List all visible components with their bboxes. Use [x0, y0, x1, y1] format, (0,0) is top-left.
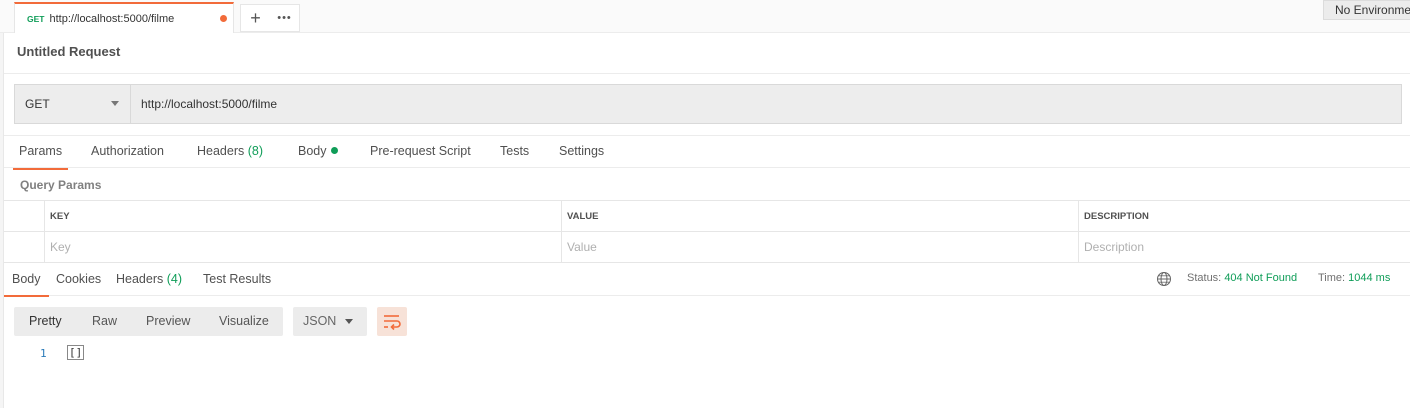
unsaved-dot-icon: [220, 15, 227, 22]
format-select-value: JSON: [303, 314, 337, 328]
view-pretty-button[interactable]: Pretty: [29, 314, 62, 328]
request-tab[interactable]: GET http://localhost:5000/filme: [14, 2, 234, 33]
tab-actions: + •••: [240, 4, 300, 32]
status-value[interactable]: 404 Not Found: [1224, 272, 1297, 284]
environment-select[interactable]: No Environment: [1323, 0, 1410, 20]
response-tab-test-results[interactable]: Test Results: [203, 272, 271, 286]
status-label: Status:: [1187, 272, 1222, 284]
globe-icon[interactable]: [1156, 271, 1172, 287]
column-key: KEY: [44, 201, 561, 232]
tab-params[interactable]: Params: [12, 144, 69, 170]
key-input[interactable]: Key: [44, 232, 561, 263]
tab-headers-count: (8): [247, 144, 264, 158]
url-bar: GET http://localhost:5000/filme: [14, 84, 1402, 124]
response-status: Status: 404 Not Found: [1187, 272, 1297, 284]
response-tab-headers-count: (4): [166, 272, 183, 286]
value-input[interactable]: Value: [561, 232, 1078, 263]
method-select-value: GET: [25, 97, 50, 111]
query-params-title: Query Params: [20, 178, 102, 192]
tab-authorization[interactable]: Authorization: [91, 144, 164, 158]
url-input[interactable]: http://localhost:5000/filme: [141, 97, 277, 111]
view-visualize-button[interactable]: Visualize: [219, 314, 269, 328]
new-tab-button[interactable]: +: [241, 5, 270, 31]
table-header-row: KEY VALUE DESCRIPTION: [4, 201, 1410, 232]
tab-tests[interactable]: Tests: [500, 144, 529, 158]
format-select[interactable]: JSON: [293, 307, 367, 336]
request-tabs: Params Authorization Headers (8) Body Pr…: [4, 135, 1410, 170]
column-value: VALUE: [561, 201, 1078, 232]
request-tab-url: http://localhost:5000/filme: [49, 12, 175, 25]
response-tabs: Body Cookies Headers (4) Test Results St…: [4, 263, 1410, 297]
method-select[interactable]: GET: [15, 85, 131, 123]
time-value[interactable]: 1044 ms: [1348, 272, 1390, 284]
tab-body[interactable]: Body: [298, 144, 338, 158]
wrap-lines-button[interactable]: [377, 307, 407, 336]
tab-body-label: Body: [298, 144, 327, 158]
response-body-code[interactable]: []: [67, 345, 85, 360]
divider: [4, 73, 1410, 74]
row-checkbox: [4, 232, 44, 263]
checkbox-column: [4, 201, 44, 232]
tab-pre-request-script[interactable]: Pre-request Script: [370, 144, 471, 158]
wrap-lines-icon: [384, 315, 401, 331]
response-tab-body[interactable]: Body: [4, 272, 48, 297]
response-time: Time: 1044 ms: [1318, 272, 1390, 284]
response-tab-headers[interactable]: Headers (4): [116, 272, 182, 286]
time-label: Time:: [1318, 272, 1346, 284]
response-tab-headers-label: Headers: [116, 272, 164, 286]
response-body-content: []: [67, 345, 85, 360]
params-table: KEY VALUE DESCRIPTION Key Value Descript…: [4, 200, 1410, 263]
table-row: Key Value Description: [4, 232, 1410, 263]
request-tab-method: GET: [27, 13, 45, 24]
tab-bar: GET http://localhost:5000/filme + ••• No…: [0, 0, 1410, 33]
request-name[interactable]: Untitled Request: [17, 44, 120, 59]
view-mode-group: Pretty Raw Preview Visualize: [14, 307, 283, 336]
chevron-down-icon: [111, 101, 119, 106]
response-tab-cookies[interactable]: Cookies: [56, 272, 101, 286]
chevron-down-icon: [345, 319, 353, 324]
view-raw-button[interactable]: Raw: [92, 314, 117, 328]
column-description: DESCRIPTION: [1078, 201, 1410, 232]
body-indicator-dot-icon: [330, 147, 338, 154]
tab-headers-label: Headers: [197, 144, 245, 158]
description-input[interactable]: Description: [1078, 232, 1410, 263]
tab-headers[interactable]: Headers (8): [197, 144, 263, 158]
line-number: 1: [40, 347, 47, 360]
tab-settings[interactable]: Settings: [559, 144, 604, 158]
more-actions-button[interactable]: •••: [270, 12, 299, 24]
view-preview-button[interactable]: Preview: [146, 314, 190, 328]
